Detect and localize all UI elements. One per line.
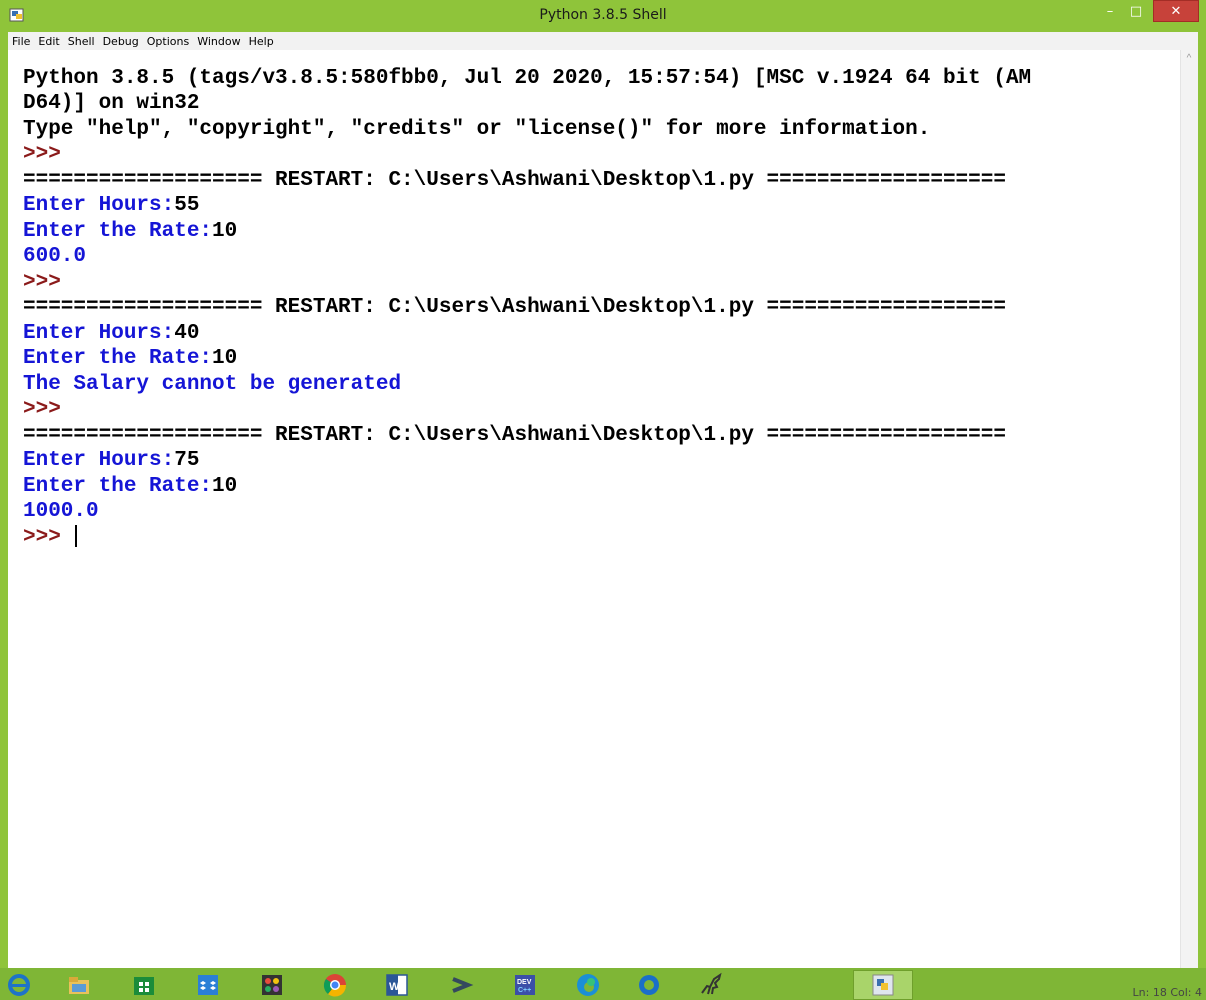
restart-line: =================== RESTART: C:\Users\As… [23,424,1006,447]
shell-prompt: >>> [23,271,61,294]
input-rate-line: Enter the Rate:10 [23,346,237,371]
shell-prompt: >>> [23,143,61,166]
cortana-icon[interactable] [632,970,666,1000]
rate-prompt: Enter the Rate: [23,220,213,243]
window-title: Python 3.8.5 Shell [539,7,667,23]
cursor-position-status: Ln: 18 Col: 4 [1132,986,1202,999]
rate-value: 10 [212,347,238,370]
hours-value: 55 [174,194,200,217]
input-rate-line: Enter the Rate:10 [23,219,237,244]
shell-prompt: >>> [23,398,61,421]
idle-window: Python 3.8.5 Shell – □ ✕ File Edit Shell… [0,0,1206,1000]
hours-prompt: Enter Hours: [23,322,175,345]
text-cursor [75,525,78,548]
maximize-button[interactable]: □ [1123,0,1149,22]
input-rate-line: Enter the Rate:10 [23,474,237,499]
restart-line: =================== RESTART: C:\Users\As… [23,169,1006,192]
chrome-icon[interactable] [318,970,352,1000]
dropbox-icon[interactable] [191,970,225,1000]
banner-line-2: D64)] on win32 [23,92,200,115]
menu-window[interactable]: Window [197,35,240,48]
menu-bar: File Edit Shell Debug Options Window Hel… [8,32,1198,50]
svg-text:C++: C++ [518,987,531,994]
hours-value: 75 [174,449,200,472]
menu-edit[interactable]: Edit [38,35,59,48]
hours-value: 40 [174,322,200,345]
vertical-scrollbar[interactable]: ^ v [1180,50,1198,984]
svg-text:W: W [389,981,400,993]
scroll-up-icon[interactable]: ^ [1184,54,1194,64]
word-icon[interactable]: W [380,970,414,1000]
banner-line-3: Type "help", "copyright", "credits" or "… [23,118,931,141]
rate-prompt: Enter the Rate: [23,475,213,498]
restart-line: =================== RESTART: C:\Users\As… [23,296,1006,319]
hours-prompt: Enter Hours: [23,449,175,472]
store-icon[interactable] [127,970,161,1000]
shell-text-area[interactable]: Python 3.8.5 (tags/v3.8.5:580fbb0, Jul 2… [8,50,1198,984]
rate-value: 10 [212,475,238,498]
hours-prompt: Enter Hours: [23,194,175,217]
active-prompt-line[interactable]: >>> [23,525,78,550]
input-hours-line: Enter Hours:40 [23,321,199,346]
output-line: 600.0 [23,245,87,268]
taskbar: W DEV C++ Ln: 18 Col: 4 [0,968,1206,1000]
rate-value: 10 [212,220,238,243]
shell-prompt: >>> [23,526,61,549]
close-button[interactable]: ✕ [1153,0,1199,22]
output-line: The Salary cannot be generated [23,373,402,396]
dinosaur-app-icon[interactable] [695,970,729,1000]
paint-icon[interactable] [255,970,289,1000]
menu-file[interactable]: File [12,35,30,48]
terminal-icon[interactable] [444,970,478,1000]
rate-prompt: Enter the Rate: [23,347,213,370]
input-hours-line: Enter Hours:75 [23,448,199,473]
banner-line-1: Python 3.8.5 (tags/v3.8.5:580fbb0, Jul 2… [23,67,1032,90]
python-idle-icon[interactable] [853,970,913,1000]
menu-shell[interactable]: Shell [68,35,95,48]
output-line: 1000.0 [23,500,99,523]
input-hours-line: Enter Hours:55 [23,193,199,218]
title-bar[interactable]: Python 3.8.5 Shell – □ ✕ [0,0,1206,32]
menu-debug[interactable]: Debug [103,35,139,48]
svg-text:DEV: DEV [517,979,532,986]
minimize-button[interactable]: – [1097,0,1123,22]
file-explorer-icon[interactable] [62,970,96,1000]
internet-explorer-icon[interactable] [2,970,36,1000]
edge-icon[interactable] [571,970,605,1000]
menu-options[interactable]: Options [147,35,189,48]
menu-help[interactable]: Help [249,35,274,48]
dev-cpp-icon[interactable]: DEV C++ [508,970,542,1000]
